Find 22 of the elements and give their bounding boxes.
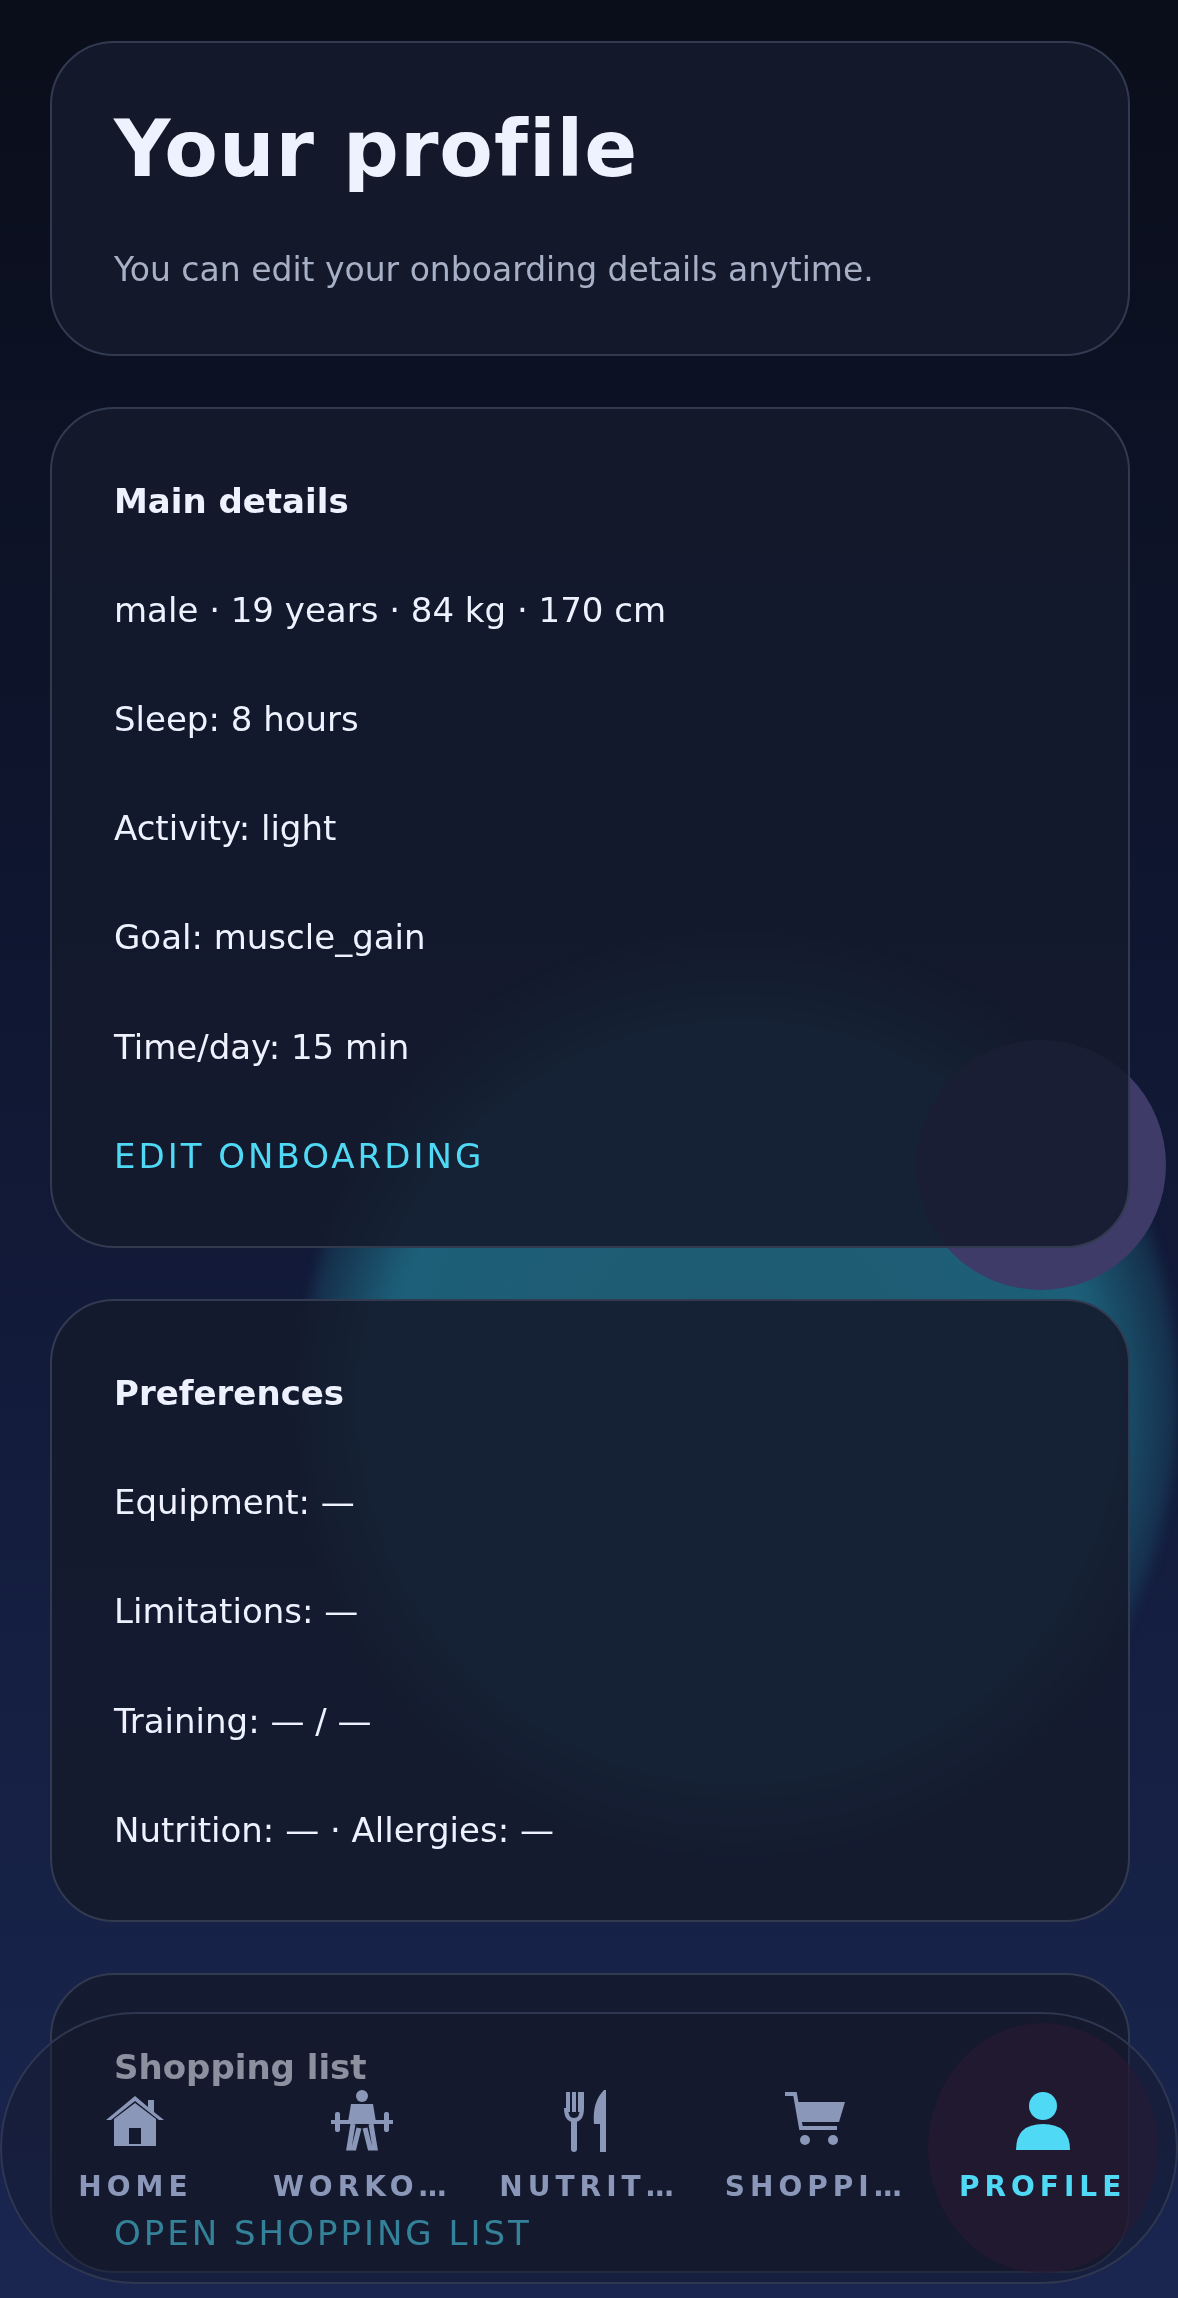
- card-title: Shopping list: [114, 2045, 368, 2089]
- detail-text: Time/day: 15 min: [114, 1025, 411, 1069]
- detail-text: Nutrition: — · Allergies: —: [114, 1808, 555, 1852]
- nav-tab[interactable]: SHOPPI…: [720, 2086, 911, 2210]
- nav-tab[interactable]: PROFILE: [954, 2086, 1131, 2210]
- nav-tab[interactable]: HOME: [74, 2086, 197, 2210]
- detail-text: Sleep: 8 hours: [114, 698, 360, 742]
- card-title: Preferences: [114, 1372, 346, 1415]
- detail-text: Goal: muscle_gain: [114, 916, 427, 960]
- detail-text: male · 19 years · 84 kg · 170 cm: [114, 588, 668, 632]
- card-title: Main details: [114, 479, 350, 523]
- action-link[interactable]: OPEN SHOPPING LIST: [114, 2211, 532, 2256]
- detail-text: Activity: light: [114, 807, 338, 851]
- nav-tab[interactable]: WORKO…: [268, 2086, 456, 2210]
- action-link[interactable]: EDIT ONBOARDING: [114, 1133, 485, 1178]
- weightlifter-icon: [329, 2088, 396, 2154]
- page-subtitle: You can edit your onboarding details anytime.: [114, 248, 875, 291]
- detail-text: Equipment: —: [114, 1481, 356, 1525]
- detail-text: Limitations: —: [114, 1590, 360, 1634]
- detail-text: Training: — / —: [114, 1699, 373, 1743]
- page-title: Your profile: [114, 107, 640, 193]
- nav-tab[interactable]: NUTRIT…: [495, 2086, 683, 2210]
